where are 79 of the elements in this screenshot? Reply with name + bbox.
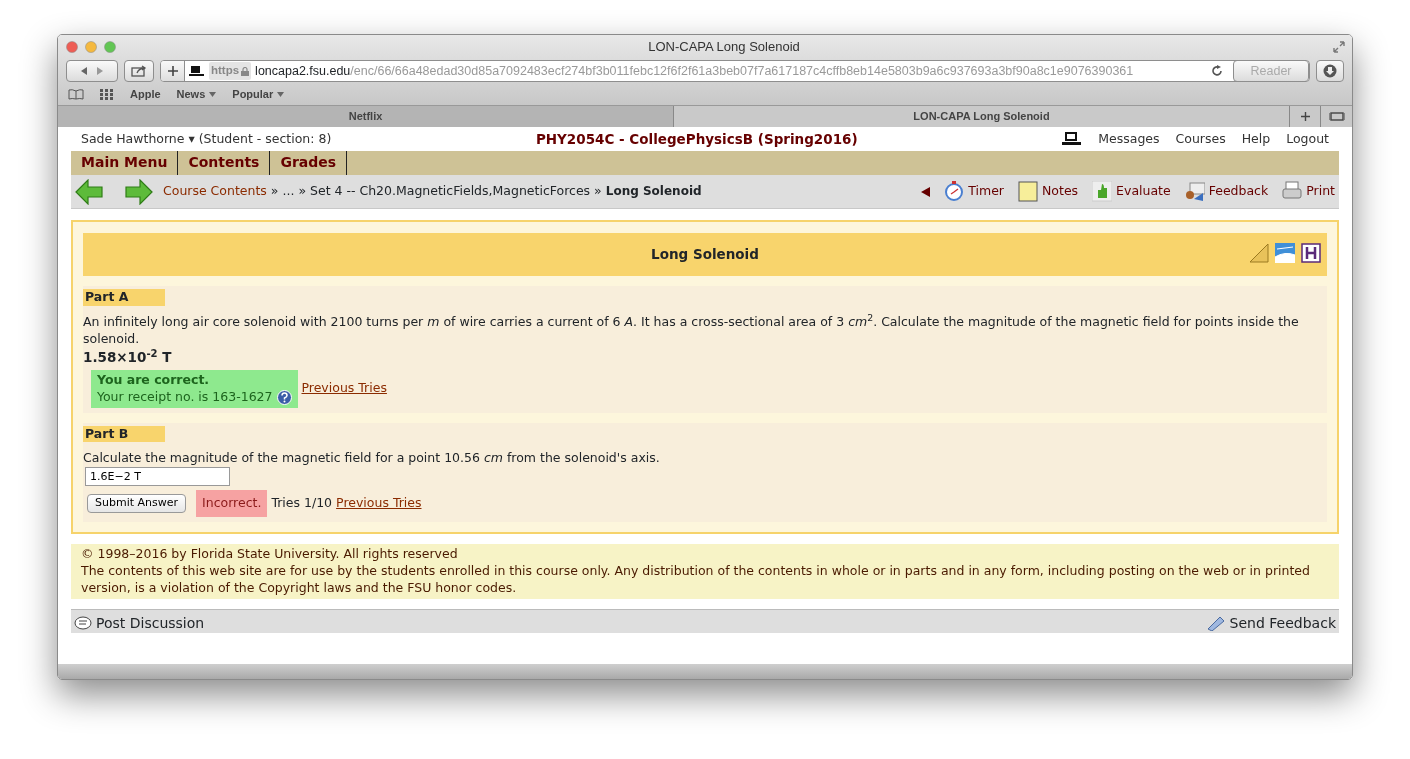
previous-tries-link[interactable]: Previous Tries [301,380,387,398]
breadcrumb-separator: » [298,183,307,199]
breadcrumb-separator: » [594,183,602,199]
toolbar-link[interactable]: Print [1306,183,1335,200]
breadcrumb-separator: » [270,183,279,199]
bookmark[interactable]: News [176,85,206,103]
fullscreen-icon[interactable] [1332,40,1346,54]
computer-icon[interactable] [1062,132,1083,146]
part-label: Part B [83,425,165,443]
stopwatch-icon [944,181,965,202]
browser-tab[interactable]: Netflix [58,106,674,127]
add-icon [1300,112,1310,121]
reading-list-icon[interactable] [68,88,84,100]
user-menu[interactable]: Sade Hawthorne ▾ [81,130,195,146]
forward-arrow-icon[interactable] [125,178,153,205]
back-arrow-icon[interactable] [75,178,103,205]
zoom-icon[interactable] [104,41,116,53]
downloads-button[interactable] [1316,60,1344,82]
share-button[interactable] [124,60,154,82]
url-text: loncapa2.fsu.edu/enc/66/66a48edad30d85a7092483ecf274bf3b011febc12f6f2f61a3beb07f7a617187c4cffb8eb14e5803b9a6c937693a3bf90a8c1e9076390361 [255,62,1134,80]
close-icon[interactable] [66,41,78,53]
toolbar-link[interactable]: Evaluate [1116,183,1171,200]
post-discussion-link[interactable]: Post Discussion [74,613,205,633]
tries-count: Tries 1/10 [271,495,333,513]
grid-icon[interactable] [100,88,114,100]
share-icon [131,65,147,77]
user-role: (Student - section: 8) [198,130,332,146]
answer-text: 1.58×10$^{-2}$ T [83,347,173,366]
printer-icon [1282,181,1303,202]
collapse-arrow-icon[interactable] [921,186,931,197]
header-link[interactable]: Messages [1098,130,1160,148]
thumbs-up-icon [1092,181,1113,202]
copyright-text: © 1998–2016 by Florida State University. All rights reserved [81,546,459,564]
toolbar-link[interactable]: Feedback [1208,183,1269,200]
bookmark[interactable]: Popular [232,85,274,103]
breadcrumb-item[interactable]: Set 4 -- Ch20.MagneticFields,MagneticForces [310,183,591,199]
problem-title: Long Solenoid [651,245,759,264]
breadcrumb-link[interactable]: Course Contents [163,183,267,199]
tab-overview-button[interactable] [1321,106,1352,127]
chat-bubble-icon [74,615,92,631]
note-icon [1018,181,1038,202]
answer-field[interactable]: 1.6E−2 T [85,467,230,487]
browser-tab[interactable]: LON-CAPA Long Solenoid [674,106,1290,127]
new-tab-button[interactable] [1290,106,1321,127]
question-text: Calculate the magnitude of the magnetic field for a point 10.56 cm from the solenoid's axis. [83,450,661,468]
toolbar-link[interactable]: Timer [968,183,1004,200]
previous-tries-link[interactable]: Previous Tries [336,495,422,513]
h-logo-icon[interactable] [1301,243,1321,263]
toolbar-link[interactable]: Notes [1042,183,1079,200]
feedback-title: You are correct. [97,371,211,389]
back-icon [80,66,88,76]
course-title: PHY2054C - CollegePhysicsB (Spring2016) [534,129,859,149]
breadcrumb-current: Long Solenoid [605,184,702,199]
header-link[interactable]: Help [1241,130,1271,148]
window-title: LON-CAPA Long Solenoid [647,38,801,57]
computer-icon [189,65,205,77]
question-text: An infinitely long air core solenoid with 2100 turns per m of wire carries a current of 6 A. It has a cross-sectional area of 3 cm$^{2}$. Calculate the magnitude of the magnetic field for points inside the solenoid. [83,313,1300,348]
bookmark[interactable]: Apple [130,85,161,103]
secure-scheme-label: https [209,62,252,80]
header-link[interactable]: Logout [1286,130,1329,148]
header-link[interactable]: Courses [1175,130,1226,148]
help-icon[interactable] [276,389,292,405]
download-icon [1323,64,1337,78]
add-icon[interactable] [167,66,178,76]
chart-icon[interactable] [1275,243,1295,263]
tab-overview-icon [1328,112,1345,121]
back-forward-buttons[interactable] [66,60,118,82]
ruler-triangle-icon[interactable] [1249,243,1269,263]
reload-icon[interactable] [1211,65,1223,77]
copyright-notice: The contents of this web site are for use by the students enrolled in this course only. Any distribution of the contents in whole or in parts and in any form, including posting on the web or in printed version, is a violation of the Copyright laws and the FSU honor codes. [81,563,1311,597]
breadcrumb-item: ... [282,183,295,199]
incorrect-feedback: Incorrect. [196,490,268,518]
send-feedback-link[interactable]: Send Feedback [1205,613,1336,633]
forward-icon [96,66,104,76]
submit-button[interactable]: Submit Answer [87,494,187,514]
receipt-text: Your receipt no. is 163-1627 [97,388,273,406]
lock-icon [241,66,250,76]
address-bar[interactable]: https loncapa2.fsu.edu/enc/66/66a48edad30d85a7092483ecf274bf3b011febc12f6f2f61a3beb07f7a617187c4cffb8eb14e5803b9a6c937693a3bf90a8c1e9076390361 Reader [160,60,1310,82]
part-label: Part A [83,289,165,306]
